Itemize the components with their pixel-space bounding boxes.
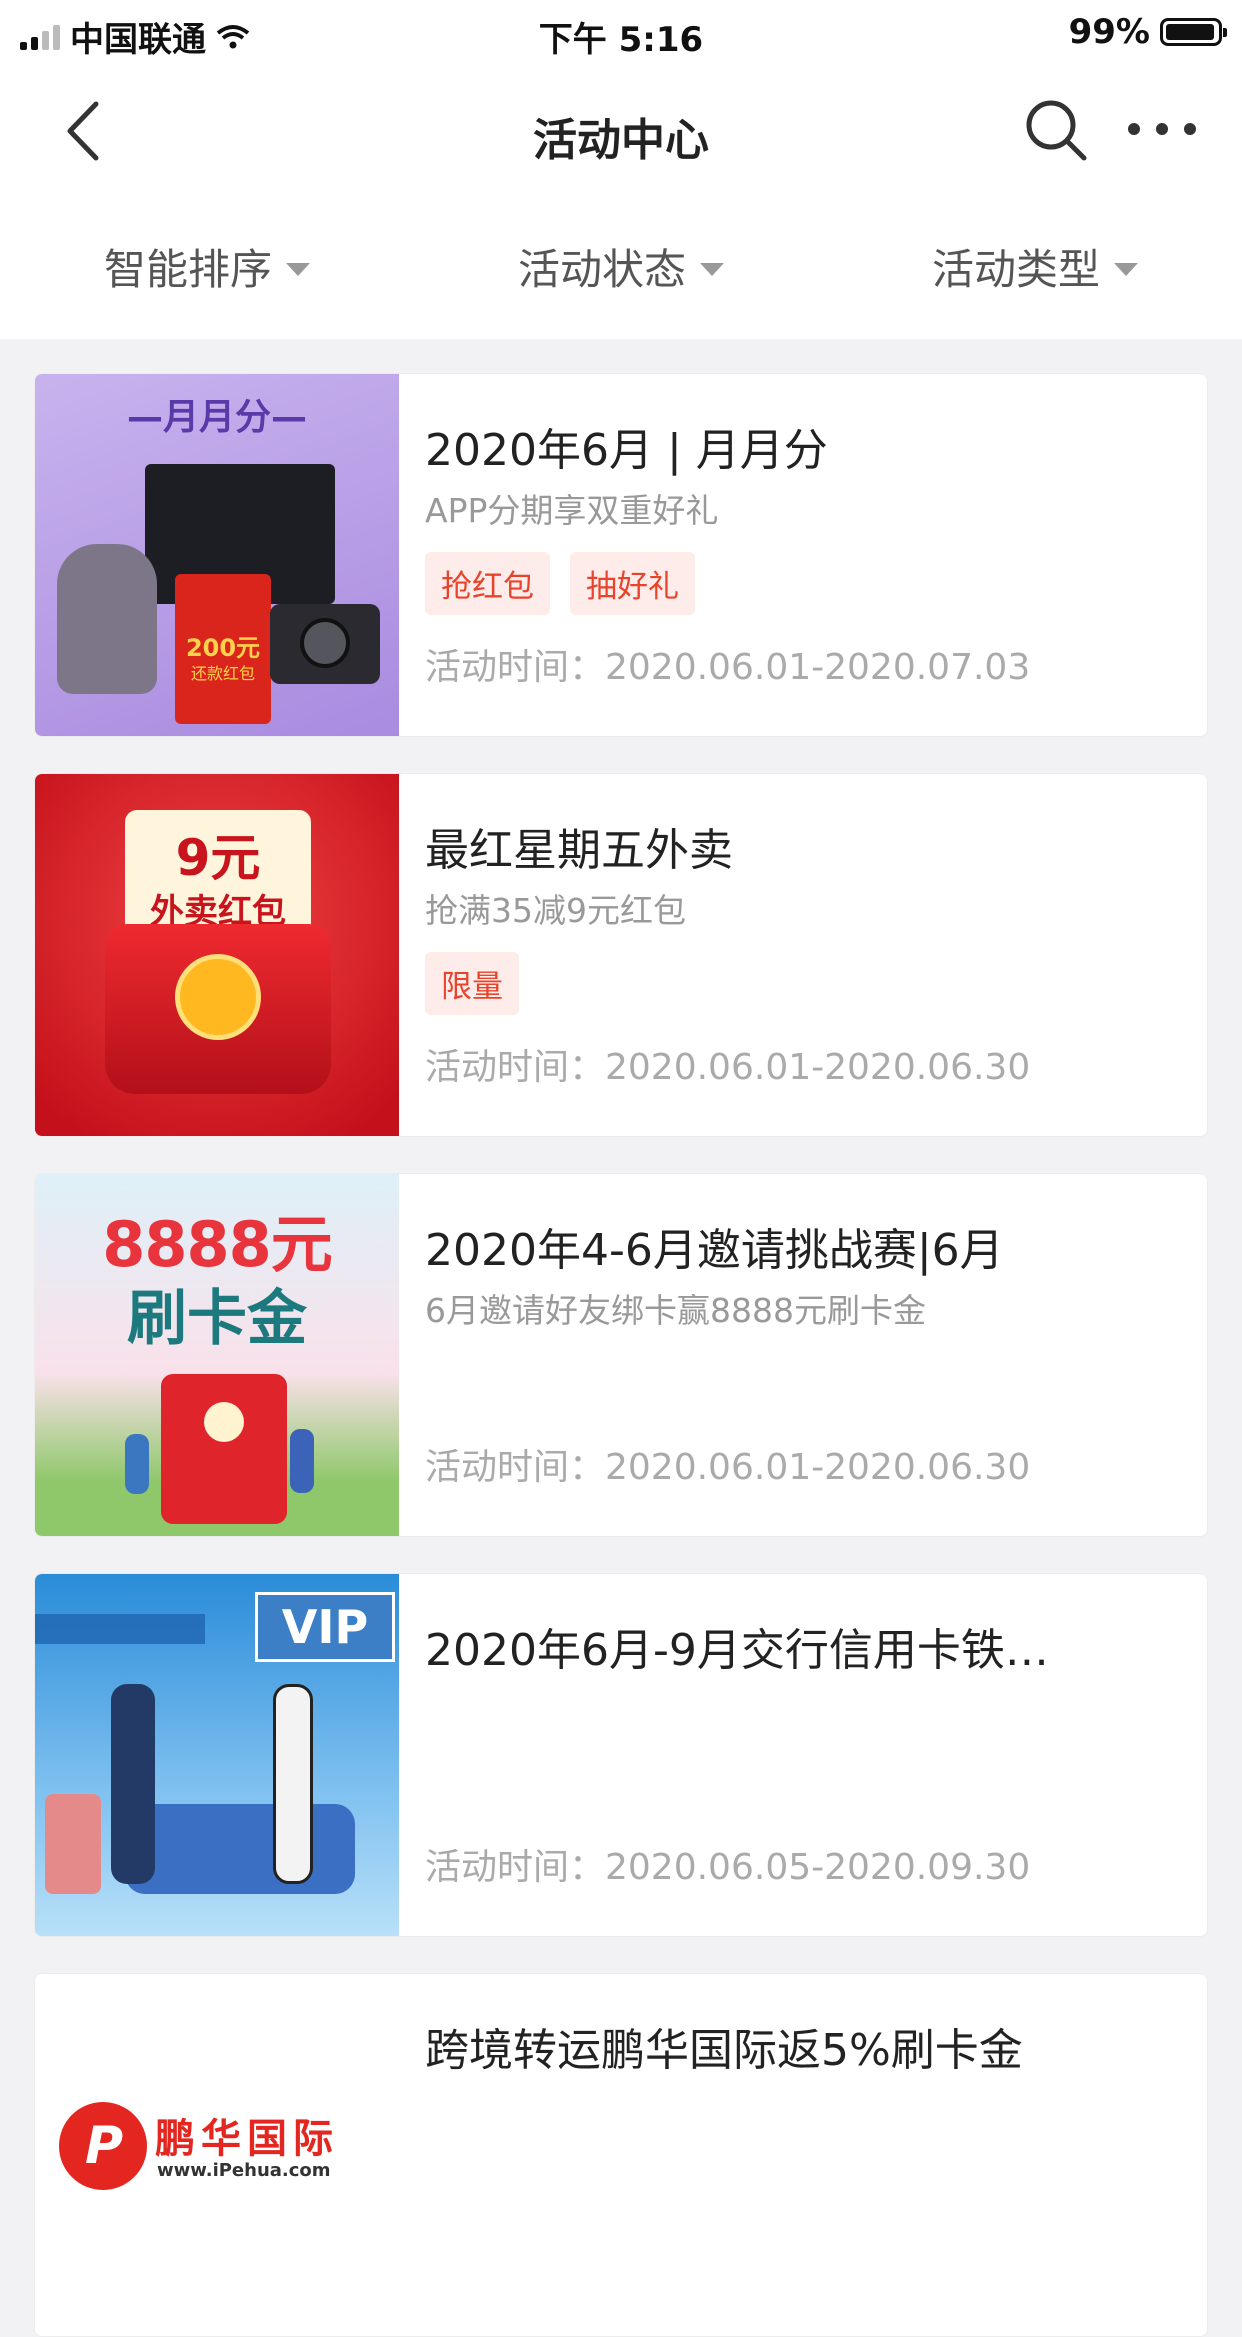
activity-list: —月月分— 200元 还款红包 2020年6月 | 月月分 APP分期享双重好礼… bbox=[0, 339, 1242, 2337]
activity-card[interactable]: —月月分— 200元 还款红包 2020年6月 | 月月分 APP分期享双重好礼… bbox=[34, 373, 1208, 737]
nav-bar: 活动中心 bbox=[0, 64, 1242, 194]
filter-activity-type[interactable]: 活动类型 bbox=[828, 236, 1242, 297]
activity-time: 活动时间：2020.06.01-2020.06.30 bbox=[425, 1047, 1031, 1088]
coin-icon bbox=[175, 954, 261, 1040]
dropdown-triangle-icon bbox=[286, 263, 310, 276]
battery-icon bbox=[1160, 18, 1227, 46]
activity-thumbnail: 9元 外卖红包 bbox=[35, 774, 399, 1136]
tag: 限量 bbox=[425, 952, 519, 1015]
clock: 下午 5:16 bbox=[538, 20, 704, 60]
red-envelope-image bbox=[161, 1374, 287, 1524]
filter-activity-status[interactable]: 活动状态 bbox=[414, 236, 828, 297]
thumb-heading: —月月分— bbox=[126, 397, 307, 438]
backpack-image bbox=[57, 544, 157, 694]
person-figure bbox=[125, 1434, 149, 1494]
activity-thumbnail: VIP bbox=[35, 1574, 399, 1936]
activity-subtitle: 6月邀请好友绑卡赢8888元刷卡金 bbox=[425, 1291, 926, 1330]
activity-time: 活动时间：2020.06.01-2020.06.30 bbox=[425, 1447, 1031, 1488]
activity-card[interactable]: 8888元 刷卡金 2020年4-6月邀请挑战赛|6月 6月邀请好友绑卡赢888… bbox=[34, 1173, 1208, 1537]
search-icon[interactable] bbox=[1020, 94, 1092, 166]
activity-title: 2020年6月-9月交行信用卡铁… bbox=[425, 1625, 1049, 1676]
status-bar: 中国联通 下午 5:16 99% bbox=[0, 0, 1242, 64]
activity-title: 最红星期五外卖 bbox=[425, 825, 733, 876]
envelope-caption: 还款红包 bbox=[190, 664, 255, 683]
activity-time: 活动时间：2020.06.01-2020.07.03 bbox=[425, 647, 1031, 688]
activity-thumbnail: P 鹏华国际 www.iPehua.com bbox=[35, 1974, 399, 2336]
thumb-caption: 刷卡金 bbox=[127, 1284, 307, 1354]
coupon-amount: 9元 bbox=[175, 829, 261, 887]
filter-label: 活动状态 bbox=[517, 245, 686, 294]
activity-card[interactable]: P 鹏华国际 www.iPehua.com 跨境转运鹏华国际返5%刷卡金 bbox=[34, 1973, 1208, 2337]
logo-text: 鹏华国际 bbox=[155, 2116, 339, 2162]
dropdown-triangle-icon bbox=[1114, 263, 1138, 276]
activity-card[interactable]: 9元 外卖红包 最红星期五外卖 抢满35减9元红包 限量 活动时间：2020.0… bbox=[34, 773, 1208, 1137]
train-image bbox=[35, 1614, 205, 1644]
tag: 抽好礼 bbox=[570, 552, 695, 615]
person-figure bbox=[290, 1429, 314, 1493]
activity-thumbnail: —月月分— 200元 还款红包 bbox=[35, 374, 399, 736]
person-figure bbox=[273, 1684, 313, 1884]
envelope-amount: 200元 bbox=[185, 634, 261, 662]
sofa-image bbox=[125, 1804, 355, 1894]
filter-bar: 智能排序 活动状态 活动类型 bbox=[0, 194, 1242, 339]
filter-label: 活动类型 bbox=[931, 245, 1100, 294]
activity-title: 2020年6月 | 月月分 bbox=[425, 425, 828, 476]
dropdown-triangle-icon bbox=[700, 263, 724, 276]
activity-time: 活动时间：2020.06.05-2020.09.30 bbox=[425, 1847, 1031, 1888]
filter-label: 智能排序 bbox=[103, 245, 272, 294]
activity-subtitle: 抢满35减9元红包 bbox=[425, 891, 686, 930]
filter-smart-sort[interactable]: 智能排序 bbox=[0, 236, 414, 297]
activity-card[interactable]: VIP 2020年6月-9月交行信用卡铁… 活动时间：2020.06.05-20… bbox=[34, 1573, 1208, 1937]
vip-badge: VIP bbox=[255, 1592, 395, 1662]
pehua-logo-icon: P bbox=[59, 2102, 147, 2190]
red-envelope-image: 200元 还款红包 bbox=[175, 574, 271, 724]
tag-list: 限量 bbox=[425, 952, 1177, 1015]
activity-title: 2020年4-6月邀请挑战赛|6月 bbox=[425, 1225, 1004, 1276]
suitcase-image bbox=[45, 1794, 101, 1894]
dashcam-image bbox=[270, 604, 380, 684]
activity-thumbnail: 8888元 刷卡金 bbox=[35, 1174, 399, 1536]
activity-subtitle: APP分期享双重好礼 bbox=[425, 491, 719, 530]
battery-percent: 99% bbox=[1068, 12, 1150, 52]
person-figure bbox=[111, 1684, 155, 1884]
logo-url: www.iPehua.com bbox=[157, 2160, 331, 2181]
tag-list: 抢红包 抽好礼 bbox=[425, 552, 1177, 615]
activity-title: 跨境转运鹏华国际返5%刷卡金 bbox=[425, 2025, 1023, 2076]
more-options-icon[interactable] bbox=[1122, 104, 1202, 154]
red-envelope-image bbox=[105, 924, 331, 1094]
tag: 抢红包 bbox=[425, 552, 550, 615]
